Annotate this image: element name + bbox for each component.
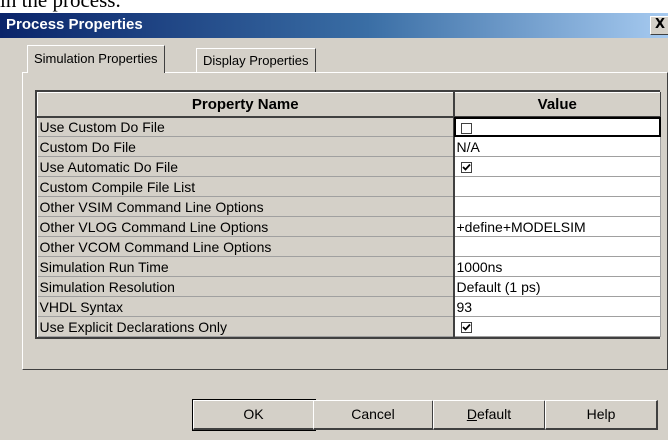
table-row[interactable]: Simulation Run Time 1000ns bbox=[37, 256, 661, 277]
title-bar[interactable]: Process Properties X bbox=[0, 13, 668, 38]
property-value-cell[interactable]: 1000ns bbox=[453, 256, 661, 277]
property-value-checkbox-cell[interactable] bbox=[453, 116, 661, 137]
default-label: efault bbox=[476, 406, 512, 422]
table-row[interactable]: Other VCOM Command Line Options bbox=[37, 236, 661, 257]
default-button[interactable]: Default bbox=[433, 400, 546, 430]
tab-label: Simulation Properties bbox=[34, 51, 158, 66]
property-name-cell[interactable]: Custom Compile File List bbox=[37, 176, 455, 197]
close-button[interactable]: X bbox=[650, 16, 668, 35]
property-name-cell[interactable]: Use Custom Do File bbox=[37, 116, 455, 137]
column-header-property-name[interactable]: Property Name bbox=[37, 92, 455, 118]
help-button[interactable]: Help bbox=[545, 400, 658, 430]
cancel-button[interactable]: Cancel bbox=[313, 400, 434, 430]
property-value-cell[interactable] bbox=[453, 196, 661, 217]
background-text: in the process. bbox=[0, 0, 121, 12]
column-header-value[interactable]: Value bbox=[453, 92, 661, 118]
default-label-mnemonic: D bbox=[466, 406, 477, 422]
table-row[interactable]: Use Automatic Do File bbox=[37, 156, 661, 177]
property-name-cell[interactable]: Other VSIM Command Line Options bbox=[37, 196, 455, 217]
tab-display-properties[interactable]: Display Properties bbox=[196, 48, 316, 73]
table-row[interactable]: Simulation Resolution Default (1 ps) bbox=[37, 276, 661, 297]
table-row[interactable]: VHDL Syntax 93 bbox=[37, 296, 661, 317]
ok-label: OK bbox=[243, 406, 264, 422]
property-value-cell[interactable]: +define+MODELSIM bbox=[453, 216, 661, 237]
property-name-cell[interactable]: Other VCOM Command Line Options bbox=[37, 236, 455, 257]
property-value-cell[interactable] bbox=[453, 236, 661, 257]
property-value-cell[interactable] bbox=[453, 176, 661, 197]
dialog-title: Process Properties bbox=[6, 16, 143, 33]
table-row[interactable]: Use Explicit Declarations Only bbox=[37, 316, 661, 337]
property-name-cell[interactable]: Other VLOG Command Line Options bbox=[37, 216, 455, 237]
help-label: Help bbox=[586, 406, 616, 422]
checkbox-unchecked-icon[interactable] bbox=[460, 122, 472, 134]
property-name-cell[interactable]: Use Automatic Do File bbox=[37, 156, 455, 177]
property-grid: Property Name Value Use Custom Do File Cu… bbox=[35, 90, 661, 339]
checkbox-checked-icon[interactable] bbox=[460, 162, 472, 174]
cancel-label: Cancel bbox=[351, 406, 395, 422]
close-icon: X bbox=[654, 17, 666, 32]
property-value-cell[interactable]: 93 bbox=[453, 296, 661, 317]
tab-label: Display Properties bbox=[203, 53, 309, 68]
property-name-cell[interactable]: Simulation Resolution bbox=[37, 276, 455, 297]
property-value-cell[interactable]: N/A bbox=[453, 136, 661, 157]
property-name-cell[interactable]: Custom Do File bbox=[37, 136, 455, 157]
table-row[interactable]: Custom Compile File List bbox=[37, 176, 661, 197]
property-value-checkbox-cell[interactable] bbox=[453, 156, 661, 177]
table-row[interactable]: Custom Do File N/A bbox=[37, 136, 661, 157]
property-name-cell[interactable]: VHDL Syntax bbox=[37, 296, 455, 317]
property-name-cell[interactable]: Use Explicit Declarations Only bbox=[37, 316, 455, 337]
property-value-cell[interactable]: Default (1 ps) bbox=[453, 276, 661, 297]
checkbox-checked-icon[interactable] bbox=[460, 322, 472, 334]
table-row[interactable]: Use Custom Do File bbox=[37, 116, 661, 137]
ok-button[interactable]: OK bbox=[192, 399, 316, 431]
table-row[interactable]: Other VSIM Command Line Options bbox=[37, 196, 661, 217]
property-value-checkbox-cell[interactable] bbox=[453, 316, 661, 337]
property-name-cell[interactable]: Simulation Run Time bbox=[37, 256, 455, 277]
table-row[interactable]: Other VLOG Command Line Options +define+M… bbox=[37, 216, 661, 237]
tab-simulation-properties[interactable]: Simulation Properties bbox=[27, 45, 165, 73]
